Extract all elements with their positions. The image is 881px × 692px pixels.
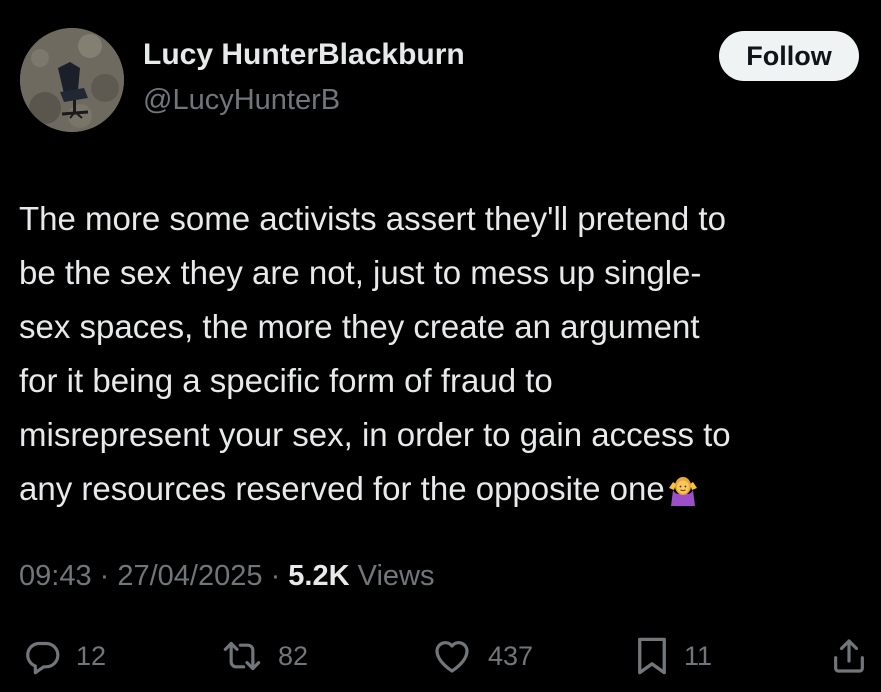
views-count[interactable]: 5.2K xyxy=(288,560,349,592)
tweet-date[interactable]: 27/04/2025 xyxy=(117,560,262,592)
like-count: 437 xyxy=(488,640,534,671)
tweet-time[interactable]: 09:43 xyxy=(19,560,92,592)
reply-icon xyxy=(22,636,62,676)
share-icon xyxy=(829,636,869,676)
tweet-line: be the sex they are not, just to mess up… xyxy=(19,254,702,291)
tweet-line: sex spaces, the more they create an argu… xyxy=(19,308,700,345)
meta-separator: · xyxy=(91,560,118,592)
repost-icon xyxy=(220,636,264,676)
heart-icon xyxy=(430,636,474,676)
tweet-text: The more some activists assert they'll p… xyxy=(19,192,869,522)
reply-count: 12 xyxy=(76,640,107,671)
views-label: Views xyxy=(349,560,435,592)
tweet-line: any resources reserved for the opposite … xyxy=(19,470,665,507)
tweet-line: for it being a specific form of fraud to xyxy=(19,362,553,399)
author-handle[interactable]: @LucyHunterB xyxy=(143,84,340,117)
bookmark-count: 11 xyxy=(684,640,713,671)
meta-separator: · xyxy=(262,560,289,592)
tweet-line-last: any resources reserved for the opposite … xyxy=(19,462,869,522)
repost-count: 82 xyxy=(278,640,309,671)
tweet-line: misrepresent your sex, in order to gain … xyxy=(19,416,731,453)
tweet-meta: 09:43 · 27/04/2025 · 5.2K Views xyxy=(19,560,434,593)
follow-button[interactable]: Follow xyxy=(719,31,859,81)
action-bar: 12 82 437 11 xyxy=(0,628,881,684)
share-button[interactable] xyxy=(829,628,869,684)
author-display-name[interactable]: Lucy HunterBlackburn xyxy=(143,38,465,72)
avatar[interactable] xyxy=(20,28,124,132)
tweet-line: The more some activists assert they'll p… xyxy=(19,200,726,237)
repost-button[interactable]: 82 xyxy=(220,628,308,684)
bookmark-icon xyxy=(634,635,670,677)
bookmark-button[interactable]: 11 xyxy=(634,628,712,684)
like-button[interactable]: 437 xyxy=(430,628,533,684)
person-shrugging-emoji xyxy=(667,468,699,522)
reply-button[interactable]: 12 xyxy=(22,628,106,684)
